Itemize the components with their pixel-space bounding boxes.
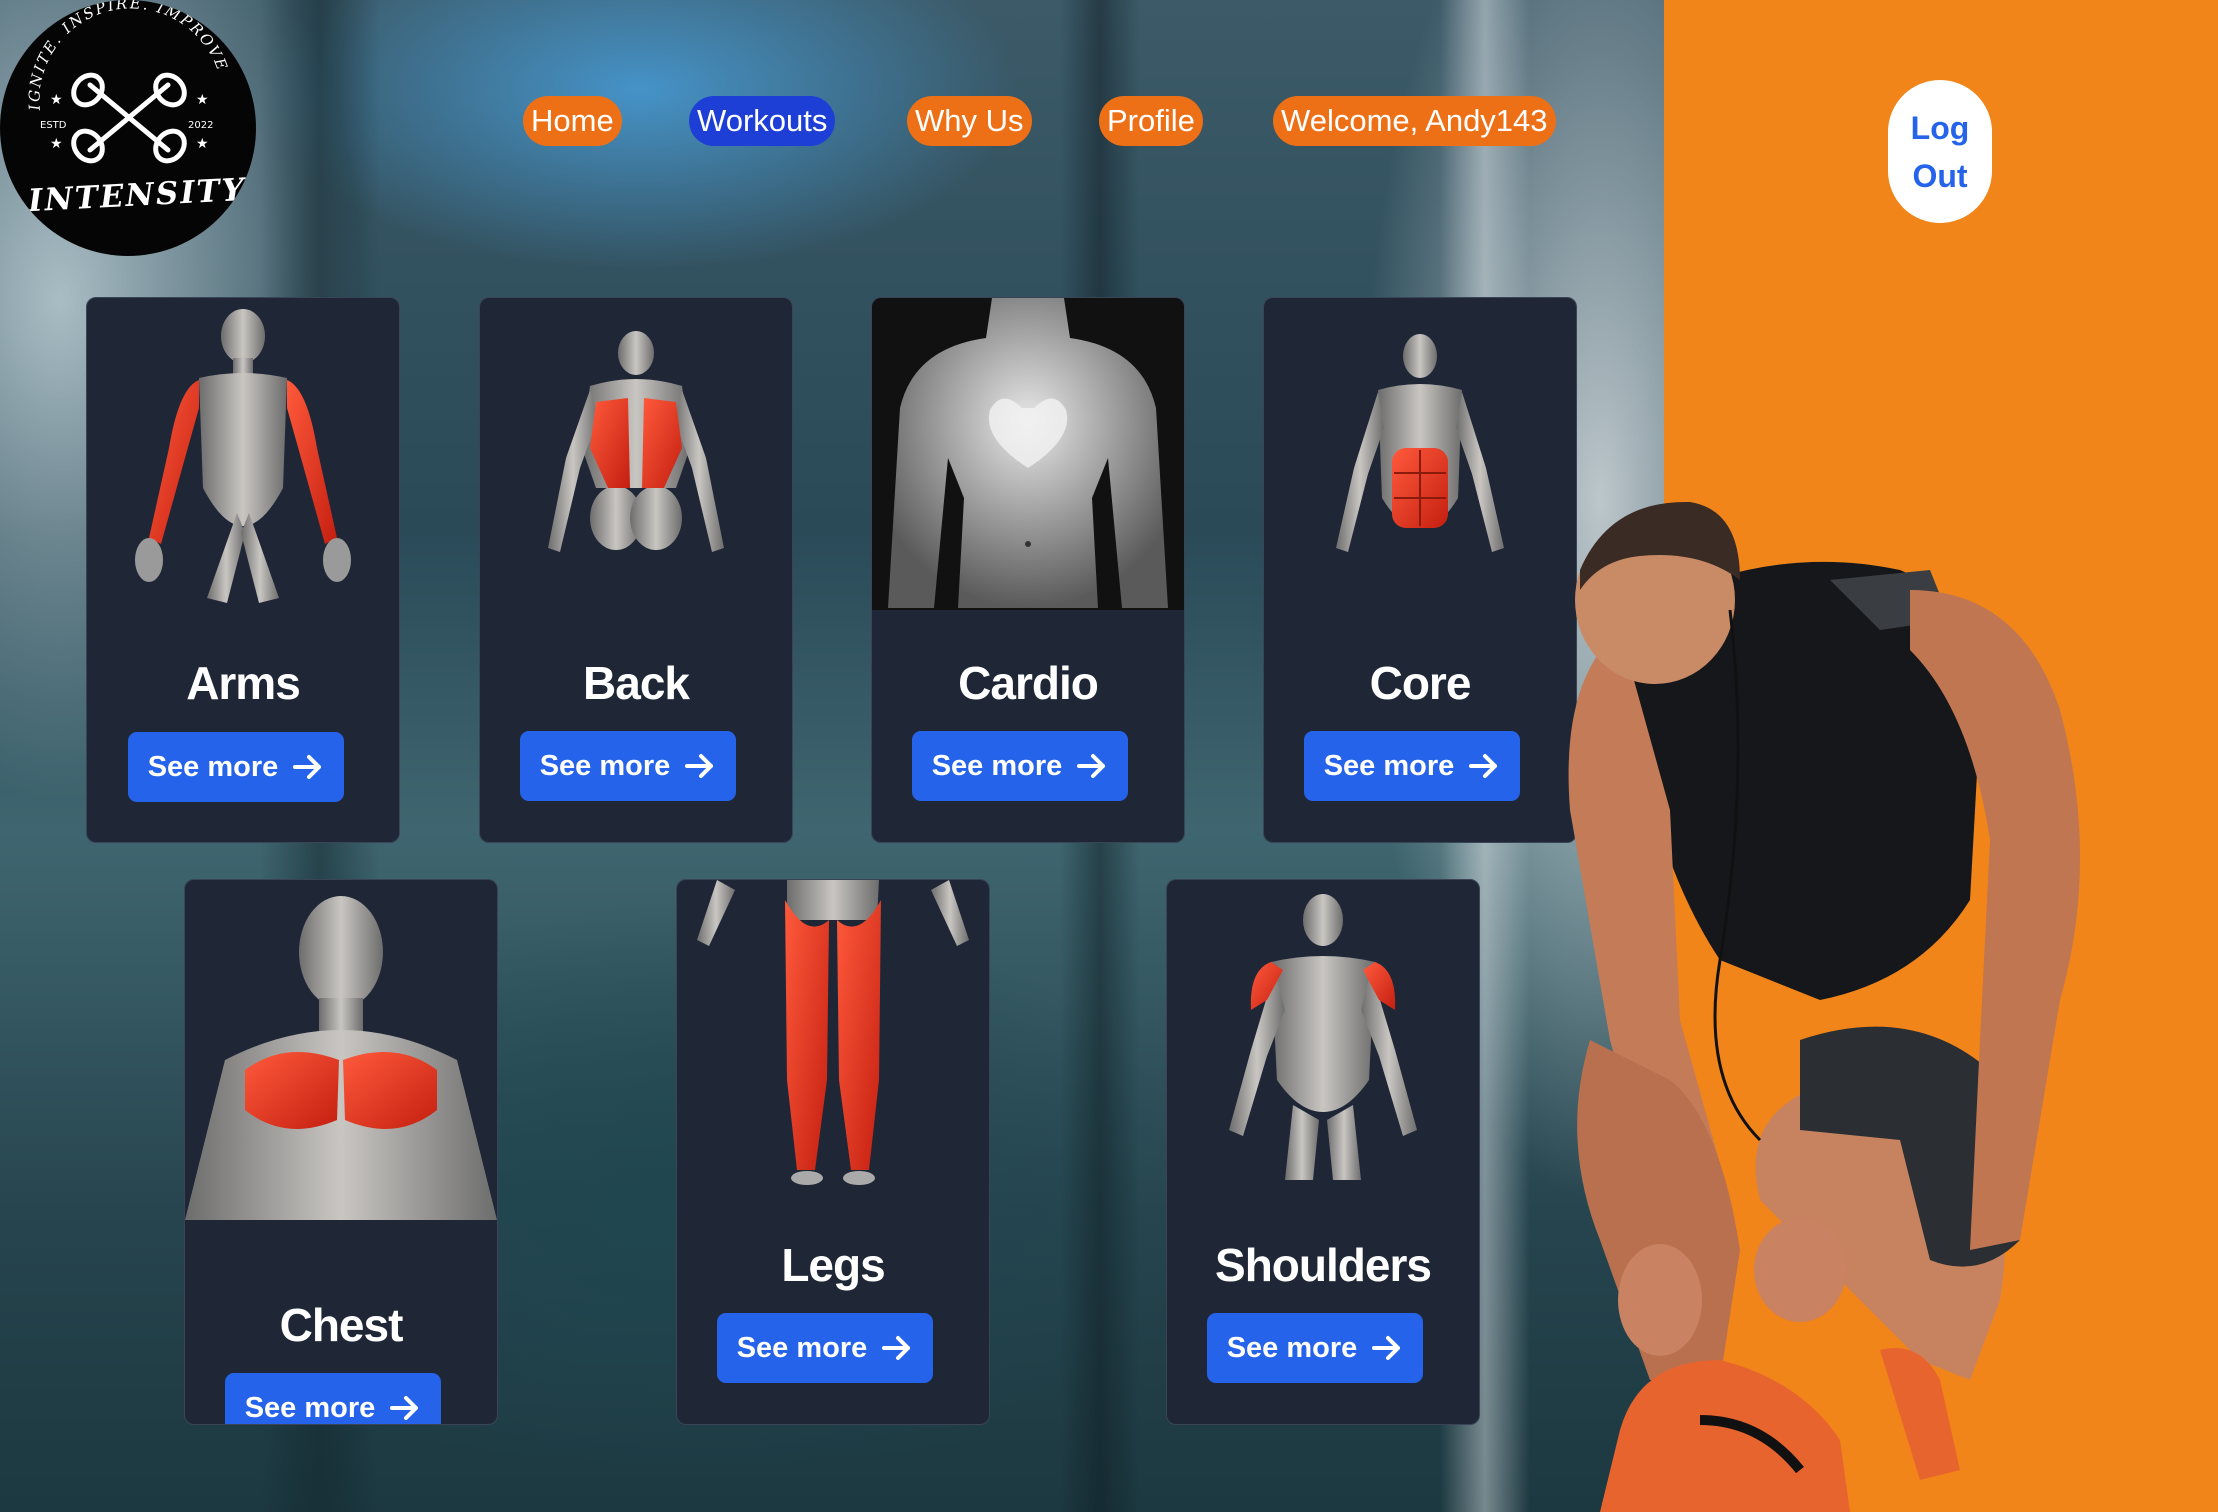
nav-why-us[interactable]: Why Us — [907, 96, 1032, 146]
see-more-label: See more — [1323, 749, 1455, 782]
see-more-label: See more — [931, 749, 1063, 782]
workout-title: Cardio — [958, 657, 1099, 709]
workout-title: Legs — [781, 1239, 885, 1291]
nav-profile[interactable]: Profile — [1099, 96, 1203, 146]
back-muscle-icon — [548, 331, 724, 552]
see-more-button[interactable]: See more — [912, 731, 1128, 801]
nav-workouts[interactable]: Workouts — [689, 96, 836, 146]
logout-button[interactable]: Log Out — [1888, 80, 1992, 223]
logout-label-line1: Log — [1910, 109, 1970, 146]
brand-est-left: ESTD — [40, 120, 67, 131]
svg-text:★: ★ — [50, 92, 63, 108]
nav-home[interactable]: Home — [523, 96, 622, 146]
see-more-label: See more — [244, 1391, 376, 1424]
see-more-button[interactable]: See more — [1207, 1313, 1423, 1383]
cardio-heart-icon — [872, 298, 1184, 610]
see-more-label: See more — [147, 750, 279, 783]
brand-est-right: 2022 — [188, 120, 213, 131]
shoulders-muscle-icon — [1229, 894, 1417, 1180]
chest-muscle-icon — [185, 896, 497, 1220]
see-more-button[interactable]: See more — [520, 731, 736, 801]
arms-muscle-icon — [135, 309, 351, 603]
see-more-button[interactable]: See more — [1304, 731, 1520, 801]
workout-title: Arms — [186, 657, 301, 709]
see-more-label: See more — [539, 749, 671, 782]
see-more-label: See more — [1226, 1331, 1358, 1364]
arrow-right-icon — [1372, 1336, 1401, 1360]
see-more-button[interactable]: See more — [717, 1313, 933, 1383]
workout-card-legs[interactable]: Legs See more — [676, 879, 990, 1425]
workout-title: Back — [583, 657, 690, 709]
logout-label-line2: Out — [1912, 157, 1968, 194]
arrow-right-icon — [1469, 754, 1498, 778]
workout-card-chest[interactable]: Chest See more — [184, 879, 498, 1425]
see-more-label: See more — [736, 1331, 868, 1364]
workout-card-cardio[interactable]: Cardio See more — [871, 297, 1185, 843]
arrow-right-icon — [685, 754, 714, 778]
svg-text:★: ★ — [50, 136, 63, 152]
workout-card-arms[interactable]: Arms See more — [86, 297, 400, 843]
workout-card-shoulders[interactable]: Shoulders See more — [1166, 879, 1480, 1425]
see-more-button[interactable]: See more — [225, 1373, 441, 1424]
workout-card-back[interactable]: Back See more — [479, 297, 793, 843]
workout-title: Shoulders — [1215, 1239, 1432, 1291]
brand-logo[interactable]: IGNITE. INSPIRE. IMPROVE ★ ★ ★ ★ ESTD 20… — [0, 0, 256, 256]
see-more-button[interactable]: See more — [128, 732, 344, 802]
arrow-right-icon — [1077, 754, 1106, 778]
legs-muscle-icon — [697, 880, 969, 1185]
athlete-tying-shoe-image — [1568, 501, 2080, 1512]
svg-text:★: ★ — [196, 92, 209, 108]
arrow-right-icon — [390, 1396, 419, 1420]
arrow-right-icon — [882, 1336, 911, 1360]
svg-text:★: ★ — [196, 136, 209, 152]
workout-title: Chest — [279, 1299, 404, 1351]
nav-welcome-user[interactable]: Welcome, Andy143 — [1273, 96, 1556, 146]
arrow-right-icon — [293, 755, 322, 779]
